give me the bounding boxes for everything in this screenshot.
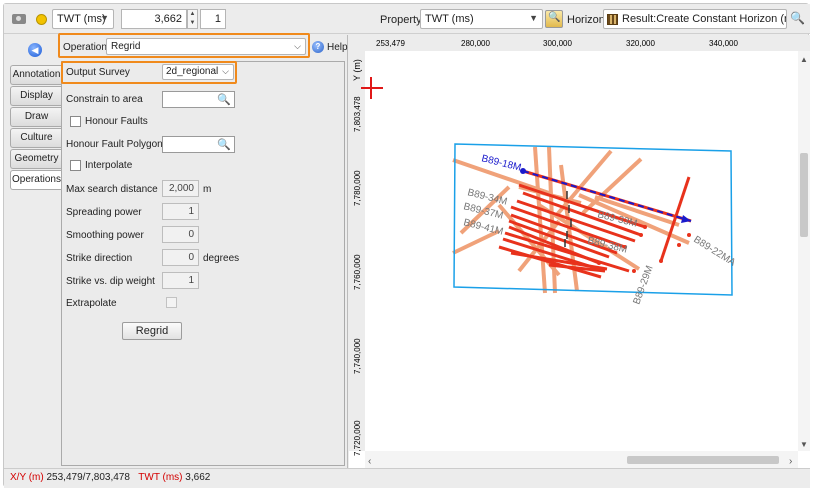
operation-select-value: Regrid (111, 41, 141, 52)
scroll-right-icon: › (789, 456, 792, 467)
help-link[interactable]: Help (327, 42, 348, 53)
step-field[interactable]: 1 (200, 9, 226, 29)
tab-display[interactable]: Display (10, 86, 62, 106)
domain-select-value: TWT (ms) (57, 13, 106, 25)
horizontal-scroll-thumb (627, 456, 779, 464)
strike-dip-field[interactable]: 1 (162, 272, 199, 289)
selected-line-start (520, 168, 526, 174)
side-tabs: Annotation Display Draw Culture Geometry… (10, 65, 62, 191)
xy-value: 253,479/7,803,478 (46, 472, 130, 483)
line-label: B89-22MA (691, 234, 737, 269)
max-search-label: Max search distance (66, 184, 158, 195)
tab-culture[interactable]: Culture (10, 128, 62, 148)
horizon-grid-icon (607, 14, 618, 25)
y-axis-label: Y (m) (352, 59, 362, 81)
chevron-down-icon: ⌵ (222, 66, 229, 76)
strike-direction-field[interactable]: 0 (162, 249, 199, 266)
domain-select[interactable]: TWT (ms) ▼ (52, 9, 114, 29)
twt-label: TWT (ms) (138, 472, 183, 483)
max-search-field[interactable]: 2,000 (162, 180, 199, 197)
horizon-select[interactable]: Result:Create Constant Horizon (regrid) (603, 9, 787, 29)
y-tick-label: 7,720,000 (353, 420, 362, 456)
constrain-area-input[interactable]: 🔍 (162, 91, 235, 108)
output-survey-label: Output Survey (66, 67, 130, 78)
value-stepper[interactable]: ▲ ▼ (187, 9, 198, 29)
honour-faults-label: Honour Faults (85, 116, 148, 127)
app-window: TWT (ms) ▼ 3,662 ▲ ▼ 1 Property TWT (ms) … (3, 3, 810, 488)
chevron-down-icon: ▼ (529, 13, 538, 23)
vertical-scrollbar (798, 51, 810, 451)
y-tick-label: 7,803,478 (353, 96, 362, 132)
y-tick-label: 7,740,000 (353, 338, 362, 374)
chevron-down-icon: ⌵ (294, 41, 301, 51)
output-survey-select[interactable]: 2d_regional ⌵ (162, 64, 234, 80)
map-canvas[interactable]: 253,479 280,000 300,000 320,000 340,000 … (349, 35, 810, 468)
honour-faults-checkbox[interactable] (70, 116, 81, 127)
spreading-power-label: Spreading power (66, 207, 142, 218)
fault-polygons-input[interactable]: 🔍 (162, 136, 235, 153)
left-pane: ◀ Annotation Display Draw Culture Geomet… (4, 33, 348, 468)
x-tick-label: 280,000 (461, 39, 490, 48)
status-dot-icon (36, 14, 47, 25)
operation-label: Operation (63, 42, 107, 53)
value-field[interactable]: 3,662 (121, 9, 187, 29)
map-view[interactable]: 253,479 280,000 300,000 320,000 340,000 … (349, 35, 810, 468)
xy-label: X/Y (m) (10, 472, 44, 483)
property-tool-icon[interactable] (545, 10, 563, 28)
property-select-value: TWT (ms) (425, 13, 474, 25)
scroll-down-icon: ▼ (800, 440, 808, 449)
strike-direction-label: Strike direction (66, 253, 133, 264)
x-axis-bar (349, 35, 810, 51)
x-tick-label: 340,000 (709, 39, 738, 48)
search-icon[interactable]: 🔍 (790, 11, 805, 25)
vertical-scroll-thumb (800, 153, 808, 237)
extrapolate-label: Extrapolate (66, 298, 117, 309)
search-icon[interactable]: 🔍 (217, 93, 231, 106)
honour-fault-polygons-label: Honour Fault Polygons (66, 139, 168, 150)
strike-direction-unit: degrees (203, 253, 240, 264)
constrain-label: Constrain to area (66, 94, 143, 105)
scroll-up-icon: ▲ (800, 55, 808, 64)
y-tick-label: 7,760,000 (353, 254, 362, 290)
smoothing-power-label: Smoothing power (66, 230, 144, 241)
property-label: Property (380, 14, 422, 26)
toolbar: TWT (ms) ▼ 3,662 ▲ ▼ 1 Property TWT (ms) … (4, 4, 810, 34)
search-icon[interactable]: 🔍 (217, 138, 231, 151)
property-select[interactable]: TWT (ms) ▼ (420, 9, 543, 29)
tab-annotation[interactable]: Annotation (10, 65, 62, 85)
operations-form: Output Survey 2d_regional ⌵ Constrain to… (61, 61, 345, 466)
x-tick-label: 253,479 (376, 39, 405, 48)
x-tick-label: 300,000 (543, 39, 572, 48)
horizon-select-value: Result:Create Constant Horizon (regrid) (622, 13, 787, 25)
back-arrow-icon[interactable]: ◀ (28, 43, 42, 57)
tab-operations[interactable]: Operations (10, 170, 62, 190)
help-icon[interactable]: ? (312, 41, 324, 53)
horizon-label: Horizon (567, 14, 605, 26)
output-survey-value: 2d_regional (166, 66, 219, 77)
strike-dip-label: Strike vs. dip weight (66, 276, 155, 287)
interpolate-checkbox[interactable] (70, 160, 81, 171)
extrapolate-checkbox[interactable] (166, 297, 177, 308)
regrid-button[interactable]: Regrid (122, 322, 182, 340)
y-tick-label: 7,780,000 (353, 170, 362, 206)
scroll-left-icon: ‹ (368, 456, 371, 467)
x-tick-label: 320,000 (626, 39, 655, 48)
smoothing-power-field[interactable]: 0 (162, 226, 199, 243)
max-search-unit: m (203, 184, 212, 195)
camera-icon[interactable] (12, 14, 26, 24)
status-bar: X/Y (m) 253,479/7,803,478 TWT (ms) 3,662 (4, 468, 810, 488)
twt-value: 3,662 (185, 472, 211, 483)
tab-draw[interactable]: Draw (10, 107, 62, 127)
spreading-power-field[interactable]: 1 (162, 203, 199, 220)
operation-select[interactable]: Regrid ⌵ (106, 38, 306, 55)
interpolate-label: Interpolate (85, 160, 133, 171)
chevron-down-icon: ▼ (100, 13, 109, 23)
tab-geometry[interactable]: Geometry (10, 149, 62, 169)
